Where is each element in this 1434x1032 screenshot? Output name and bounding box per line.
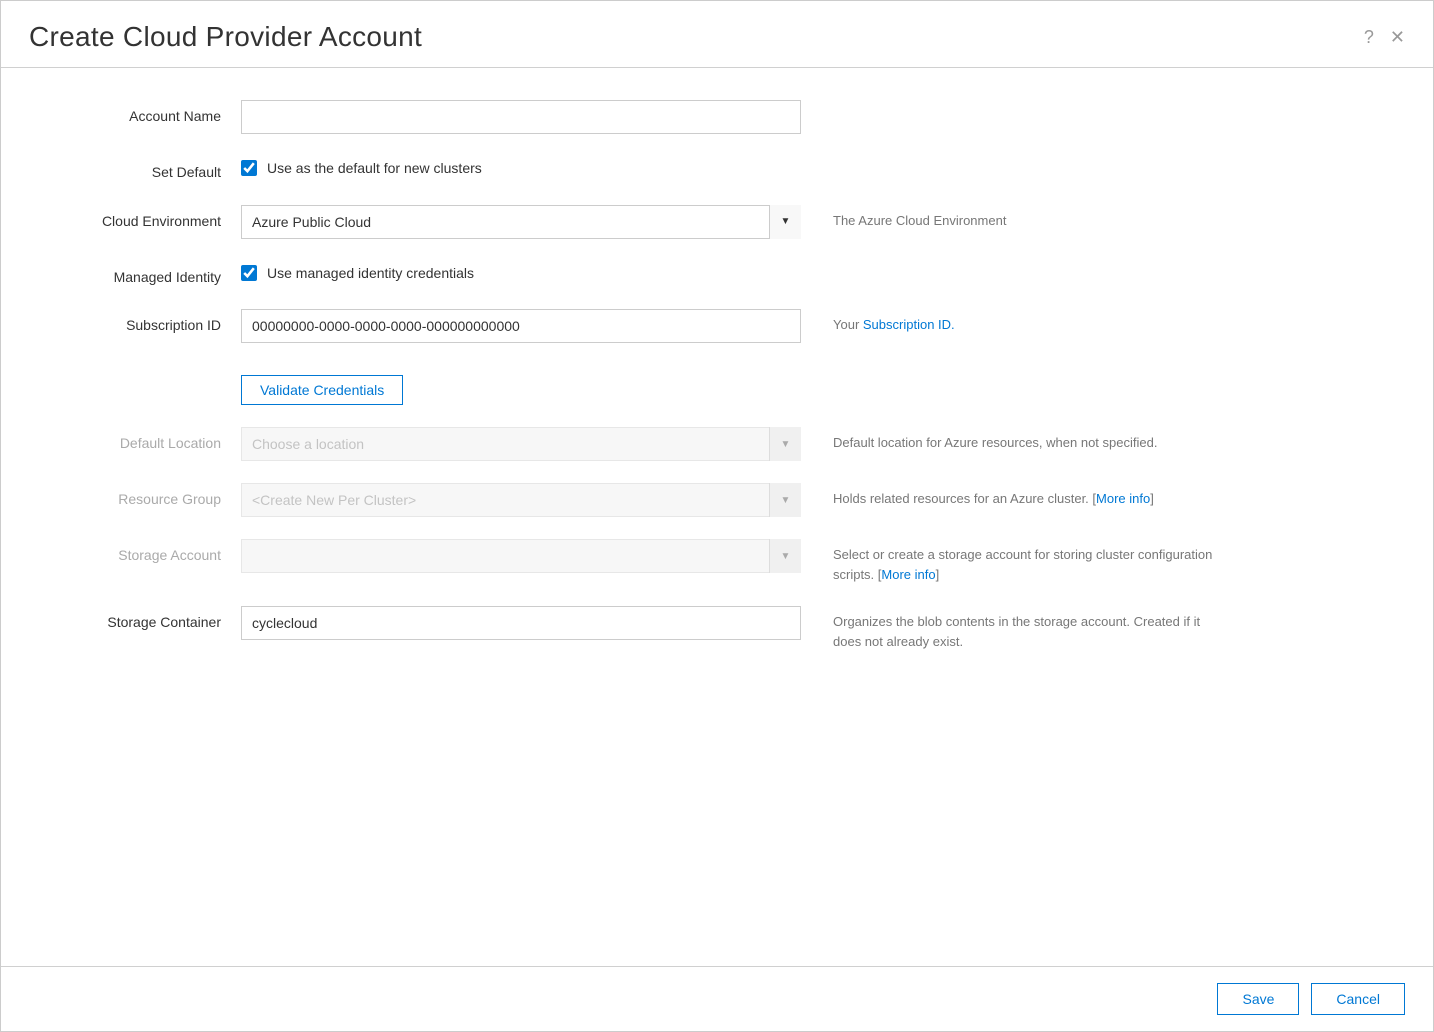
resource-group-row: Resource Group <Create New Per Cluster> …	[41, 483, 1393, 517]
subscription-id-input[interactable]	[241, 309, 801, 343]
dialog-header: Create Cloud Provider Account ? ✕	[1, 1, 1433, 68]
storage-container-input[interactable]	[241, 606, 801, 640]
managed-identity-checkbox-row: Use managed identity credentials	[241, 261, 801, 281]
cloud-environment-hint: The Azure Cloud Environment	[801, 205, 1221, 231]
account-name-input[interactable]	[241, 100, 801, 134]
set-default-control: Use as the default for new clusters	[241, 156, 801, 176]
storage-account-select-wrapper: ▼	[241, 539, 801, 573]
resource-group-hint-prefix: Holds related resources for an Azure clu…	[833, 491, 1096, 506]
managed-identity-checkbox-label: Use managed identity credentials	[267, 265, 474, 281]
set-default-checkbox-label: Use as the default for new clusters	[267, 160, 482, 176]
resource-group-select-wrapper: <Create New Per Cluster> ▼	[241, 483, 801, 517]
resource-group-hint-suffix: ]	[1150, 491, 1154, 506]
managed-identity-label: Managed Identity	[41, 261, 241, 288]
resource-group-hint: Holds related resources for an Azure clu…	[801, 483, 1221, 509]
cloud-environment-select-wrapper: Azure Public Cloud Azure Government Clou…	[241, 205, 801, 239]
validate-credentials-button[interactable]: Validate Credentials	[241, 375, 403, 405]
set-default-label: Set Default	[41, 156, 241, 183]
storage-container-control	[241, 606, 801, 640]
cloud-environment-row: Cloud Environment Azure Public Cloud Azu…	[41, 205, 1393, 239]
dialog-body: Account Name Set Default Use as the defa…	[1, 68, 1433, 966]
resource-group-label: Resource Group	[41, 483, 241, 510]
create-cloud-provider-dialog: Create Cloud Provider Account ? ✕ Accoun…	[0, 0, 1434, 1032]
account-name-hint	[801, 100, 1221, 106]
default-location-select[interactable]: Choose a location	[241, 427, 801, 461]
cloud-environment-select[interactable]: Azure Public Cloud Azure Government Clou…	[241, 205, 801, 239]
default-location-label: Default Location	[41, 427, 241, 454]
resource-group-select[interactable]: <Create New Per Cluster>	[241, 483, 801, 517]
cloud-environment-control: Azure Public Cloud Azure Government Clou…	[241, 205, 801, 239]
validate-credentials-hint	[801, 365, 1221, 371]
set-default-row: Set Default Use as the default for new c…	[41, 156, 1393, 183]
default-location-select-wrapper: Choose a location ▼	[241, 427, 801, 461]
subscription-id-row: Subscription ID Your Subscription ID.	[41, 309, 1393, 343]
dialog-title: Create Cloud Provider Account	[29, 21, 422, 53]
cancel-button[interactable]: Cancel	[1311, 983, 1405, 1015]
subscription-id-label: Subscription ID	[41, 309, 241, 336]
default-location-row: Default Location Choose a location ▼ Def…	[41, 427, 1393, 461]
validate-credentials-row: Validate Credentials	[41, 365, 1393, 405]
storage-account-hint-suffix: ]	[936, 567, 940, 582]
subscription-id-link[interactable]: Subscription ID.	[863, 317, 955, 332]
storage-account-control: ▼	[241, 539, 801, 573]
subscription-id-control	[241, 309, 801, 343]
subscription-id-hint-prefix: Your	[833, 317, 863, 332]
managed-identity-checkbox[interactable]	[241, 265, 257, 281]
storage-account-more-info-link[interactable]: More info	[881, 567, 935, 582]
managed-identity-hint	[801, 261, 1221, 267]
resource-group-more-info-link[interactable]: More info	[1096, 491, 1150, 506]
set-default-checkbox-row: Use as the default for new clusters	[241, 156, 801, 176]
validate-credentials-control: Validate Credentials	[241, 365, 801, 405]
help-icon[interactable]: ?	[1364, 28, 1374, 46]
dialog-footer: Save Cancel	[1, 966, 1433, 1031]
header-controls: ? ✕	[1364, 28, 1405, 46]
subscription-id-hint: Your Subscription ID.	[801, 309, 1221, 335]
default-location-control: Choose a location ▼	[241, 427, 801, 461]
set-default-checkbox[interactable]	[241, 160, 257, 176]
managed-identity-row: Managed Identity Use managed identity cr…	[41, 261, 1393, 288]
storage-container-row: Storage Container Organizes the blob con…	[41, 606, 1393, 651]
close-icon[interactable]: ✕	[1390, 28, 1405, 46]
default-location-hint: Default location for Azure resources, wh…	[801, 427, 1221, 453]
cloud-environment-label: Cloud Environment	[41, 205, 241, 232]
resource-group-control: <Create New Per Cluster> ▼	[241, 483, 801, 517]
save-button[interactable]: Save	[1217, 983, 1299, 1015]
storage-account-label: Storage Account	[41, 539, 241, 566]
storage-container-label: Storage Container	[41, 606, 241, 633]
validate-credentials-spacer	[41, 365, 241, 372]
account-name-row: Account Name	[41, 100, 1393, 134]
storage-account-row: Storage Account ▼ Select or create a sto…	[41, 539, 1393, 584]
storage-container-hint: Organizes the blob contents in the stora…	[801, 606, 1221, 651]
storage-account-hint: Select or create a storage account for s…	[801, 539, 1221, 584]
storage-account-select[interactable]	[241, 539, 801, 573]
set-default-hint	[801, 156, 1221, 162]
account-name-control	[241, 100, 801, 134]
account-name-label: Account Name	[41, 100, 241, 127]
managed-identity-control: Use managed identity credentials	[241, 261, 801, 281]
